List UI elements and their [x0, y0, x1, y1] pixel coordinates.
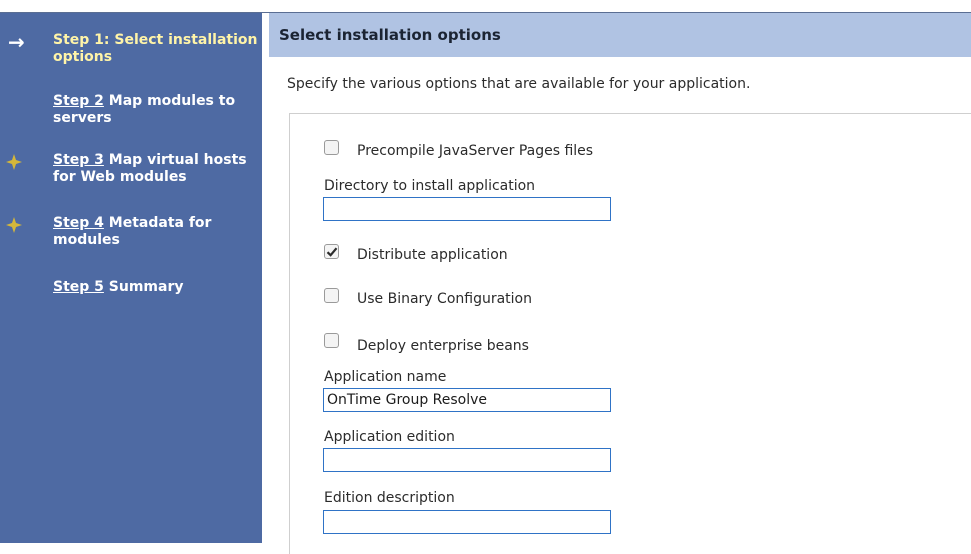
precompile-jsp-label: Precompile JavaServer Pages files [357, 143, 594, 159]
application-edition-field[interactable] [323, 448, 611, 472]
application-name-field[interactable] [323, 388, 611, 412]
top-strip [0, 0, 971, 12]
deploy-ejb-label: Deploy enterprise beans [357, 338, 529, 354]
sidebar-step-2[interactable]: Step 2 Map modules to servers [53, 93, 258, 127]
checkmark-icon [326, 247, 338, 257]
page-description: Specify the various options that are ava… [287, 76, 751, 92]
arrow-right-icon: → [8, 30, 25, 54]
install-directory-field[interactable] [323, 197, 611, 221]
star-icon [6, 154, 22, 170]
sidebar-step-1-label: Step 1: Select installation options [53, 32, 258, 65]
binary-configuration-label: Use Binary Configuration [357, 291, 532, 307]
binary-configuration-checkbox[interactable] [324, 288, 339, 303]
application-edition-label: Application edition [324, 429, 455, 445]
sidebar-step-4[interactable]: Step 4 Metadata for modules [53, 215, 258, 249]
sidebar-step-1: Step 1: Select installation options [53, 32, 258, 66]
page-title: Select installation options [279, 26, 501, 44]
sidebar-divider [262, 13, 269, 543]
content-header: Select installation options [269, 13, 971, 57]
application-name-label: Application name [324, 369, 447, 385]
precompile-jsp-checkbox[interactable] [324, 140, 339, 155]
edition-description-field[interactable] [323, 510, 611, 534]
sidebar-step-3[interactable]: Step 3 Map virtual hosts for Web modules [53, 152, 258, 186]
star-icon [6, 217, 22, 233]
edition-description-label: Edition description [324, 490, 455, 506]
sidebar-step-2-link[interactable]: Step 2 [53, 93, 104, 109]
sidebar-step-5-label: Summary [103, 279, 184, 295]
install-directory-label: Directory to install application [324, 178, 536, 194]
distribute-application-label: Distribute application [357, 247, 508, 263]
wizard-sidebar: → Step 1: Select installation options St… [0, 13, 262, 543]
sidebar-step-5[interactable]: Step 5 Summary [53, 279, 258, 296]
sidebar-step-5-link[interactable]: Step 5 [53, 279, 104, 295]
deploy-ejb-checkbox[interactable] [324, 333, 339, 348]
distribute-application-checkbox[interactable] [324, 244, 339, 259]
sidebar-step-4-link[interactable]: Step 4 [53, 215, 104, 231]
sidebar-step-3-link[interactable]: Step 3 [53, 152, 104, 168]
